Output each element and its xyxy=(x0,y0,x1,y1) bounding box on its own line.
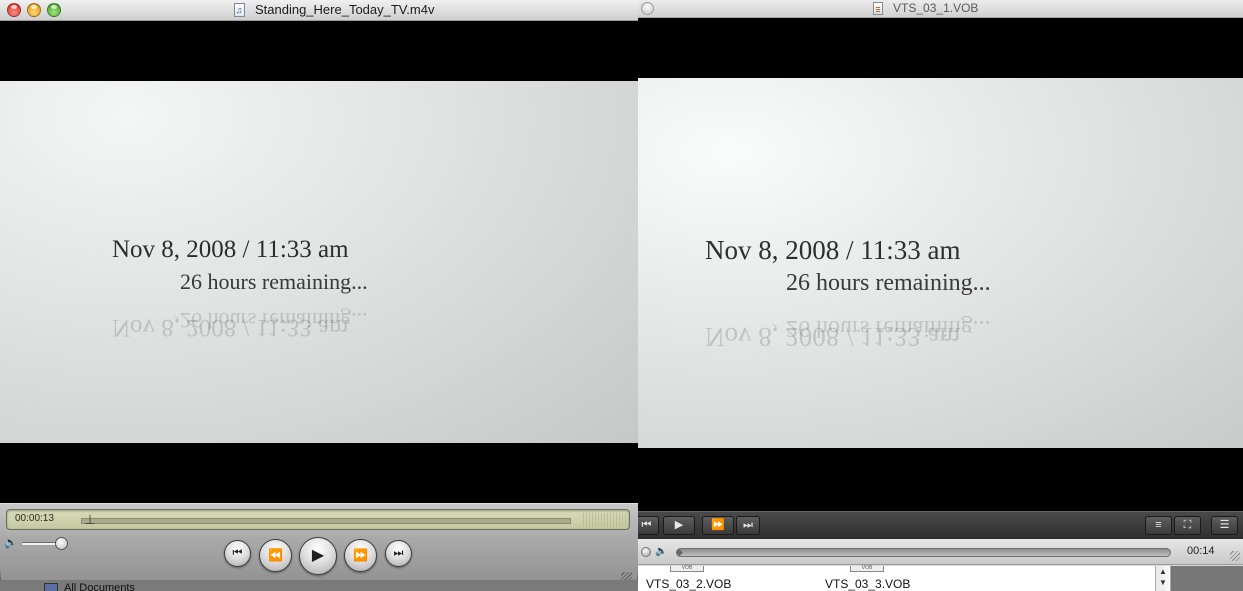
video-frame: Nov 8, 2008 / 11:33 am 26 hours remainin… xyxy=(0,81,638,443)
next-button[interactable]: ⏭ xyxy=(736,516,760,535)
quicktime-player-window: ♫ Standing_Here_Today_TV.m4v Nov 8, 2008… xyxy=(0,0,638,591)
caption-reflection: 26 hours remaining... xyxy=(786,315,991,341)
movie-controller: 00:00:13 ⊥ 🔈 ⏮ ⏪ ▶ ⏩ ⏭ xyxy=(0,503,638,591)
fast-forward-button[interactable]: ⏩ xyxy=(344,539,377,572)
load-indicator xyxy=(583,513,627,527)
timeline-slider[interactable] xyxy=(81,518,571,524)
video-caption-remaining: 26 hours remaining... xyxy=(180,269,368,294)
play-button[interactable]: ▶ xyxy=(663,516,695,535)
play-button[interactable]: ▶ xyxy=(299,537,337,575)
movie-file-icon: ♫ xyxy=(233,3,245,17)
volume-slider-knob[interactable] xyxy=(55,537,68,550)
folder-icon xyxy=(44,583,58,591)
timeline-slider[interactable]: ◆ xyxy=(676,547,1171,558)
chapters-button[interactable]: ☰ xyxy=(1211,516,1238,535)
fullscreen-button[interactable]: ⛶ xyxy=(1174,516,1201,535)
file-thumbnail[interactable]: VOB xyxy=(850,566,884,572)
vob-player-window: VTS_03_1.VOB Nov 8, 2008 / 11:33 am 26 h… xyxy=(634,0,1243,591)
play-icon: ▶ xyxy=(311,547,325,564)
go-to-end-button[interactable]: ⏭ xyxy=(385,540,412,567)
go-to-start-button[interactable]: ⏮ xyxy=(224,540,251,567)
next-icon: ⏭ xyxy=(743,519,753,531)
window-title: Standing_Here_Today_TV.m4v xyxy=(254,2,435,17)
fast-forward-button[interactable]: ⏩ xyxy=(702,516,734,535)
scrub-bar: 🔈 ◆ 00:14 xyxy=(638,539,1243,565)
chapters-icon: ☰ xyxy=(1219,519,1230,531)
timecode: 00:00:13 xyxy=(15,513,54,524)
video-caption-date: Nov 8, 2008 / 11:33 am xyxy=(112,236,349,263)
playhead-icon[interactable]: ⊥ xyxy=(83,513,97,528)
fast-forward-icon: ⏩ xyxy=(353,548,368,562)
window-title: VTS_03_1.VOB xyxy=(893,1,979,15)
video-area[interactable]: Nov 8, 2008 / 11:33 am 26 hours remainin… xyxy=(638,18,1243,511)
file-item[interactable]: VTS_03_2.VOB xyxy=(646,577,731,591)
resize-grip-icon[interactable] xyxy=(1230,551,1240,561)
rewind-icon: ⏪ xyxy=(268,548,283,562)
equalizer-button[interactable]: ≡ xyxy=(1145,516,1172,535)
go-to-start-icon: ⏮ xyxy=(232,547,243,559)
video-caption-date: Nov 8, 2008 / 11:33 am xyxy=(705,235,961,265)
video-caption-remaining: 26 hours remaining... xyxy=(786,270,991,296)
file-thumbnail[interactable]: VOB xyxy=(670,566,704,572)
go-to-end-icon: ⏭ xyxy=(393,547,404,559)
volume-slider-knob[interactable] xyxy=(641,547,651,557)
background-strip xyxy=(1171,566,1243,591)
previous-icon: ⏮ xyxy=(641,519,652,531)
playhead-icon[interactable]: ◆ xyxy=(676,547,686,558)
desktop: VTS_03_1.VOB Nov 8, 2008 / 11:33 am 26 h… xyxy=(0,0,1243,591)
background-finder-strip: All Documents xyxy=(0,580,638,591)
title-bar[interactable]: VTS_03_1.VOB xyxy=(638,0,1243,18)
video-frame: Nov 8, 2008 / 11:33 am 26 hours remainin… xyxy=(638,78,1243,448)
volume-icon: 🔈 xyxy=(655,546,668,557)
sidebar-item-all-documents[interactable]: All Documents xyxy=(64,582,135,591)
vob-file-icon xyxy=(872,2,883,15)
video-area[interactable]: Nov 8, 2008 / 11:33 am 26 hours remainin… xyxy=(0,21,638,503)
play-icon: ▶ xyxy=(674,519,684,531)
elapsed-time: 00:14 xyxy=(1187,545,1215,557)
rewind-button[interactable]: ⏪ xyxy=(259,539,292,572)
fast-forward-icon: ⏩ xyxy=(711,519,725,531)
title-bar[interactable]: ♫ Standing_Here_Today_TV.m4v xyxy=(0,0,638,21)
caption-reflection: 26 hours remaining... xyxy=(180,308,368,333)
file-browser-strip: VOB VOB VTS_03_2.VOB VTS_03_3.VOB ▲ ▼ xyxy=(638,566,1243,591)
timeline-display: 00:00:13 ⊥ xyxy=(6,509,630,530)
transport-bar: ⏮ ▶ ⏩ ⏭ ≡ ⛶ ☰ xyxy=(634,511,1243,539)
volume-icon: 🔈 xyxy=(4,537,18,549)
vertical-scrollbar[interactable]: ▲ ▼ xyxy=(1155,566,1171,591)
equalizer-icon: ≡ xyxy=(1155,519,1162,531)
file-item[interactable]: VTS_03_3.VOB xyxy=(825,577,910,591)
fullscreen-icon: ⛶ xyxy=(1183,519,1192,531)
